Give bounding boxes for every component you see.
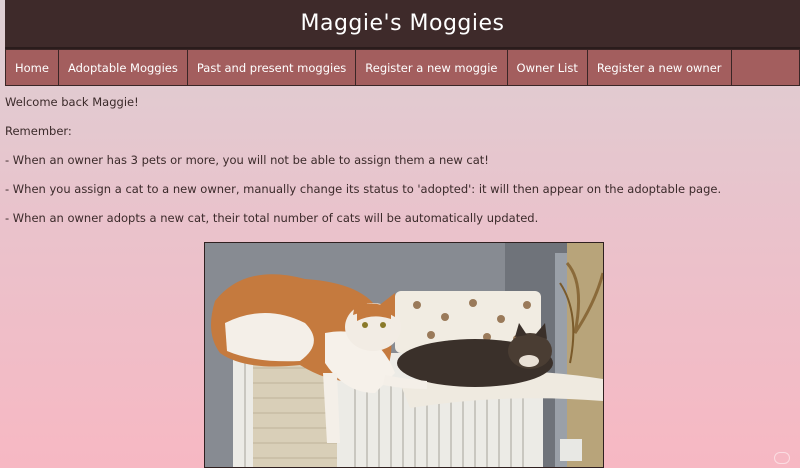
main-nav: Home Adoptable Moggies Past and present … bbox=[5, 49, 800, 86]
nav-item-register-owner[interactable]: Register a new owner bbox=[588, 50, 732, 85]
cats-photo bbox=[204, 242, 604, 468]
rule-item: - When an owner adopts a new cat, their … bbox=[5, 211, 539, 225]
main-content: Welcome back Maggie! Remember: - When an… bbox=[5, 96, 785, 241]
cats-on-radiator-photo bbox=[205, 243, 603, 467]
rule-item: - When an owner has 3 pets or more, you … bbox=[5, 153, 489, 167]
nav-item-past-and-present-moggies[interactable]: Past and present moggies bbox=[188, 50, 357, 85]
nav-item-register-moggie[interactable]: Register a new moggie bbox=[356, 50, 508, 85]
nav-item-adoptable-moggies[interactable]: Adoptable Moggies bbox=[59, 50, 188, 85]
site-title: Maggie's Moggies bbox=[300, 11, 505, 36]
site-header: Maggie's Moggies bbox=[5, 0, 800, 49]
rule-item: - When you assign a cat to a new owner, … bbox=[5, 182, 722, 196]
remember-heading: Remember: bbox=[5, 124, 72, 138]
watermark-icon bbox=[774, 452, 790, 464]
welcome-text: Welcome back Maggie! bbox=[5, 95, 139, 109]
nav-item-owner-list[interactable]: Owner List bbox=[508, 50, 588, 85]
nav-item-home[interactable]: Home bbox=[6, 50, 59, 85]
